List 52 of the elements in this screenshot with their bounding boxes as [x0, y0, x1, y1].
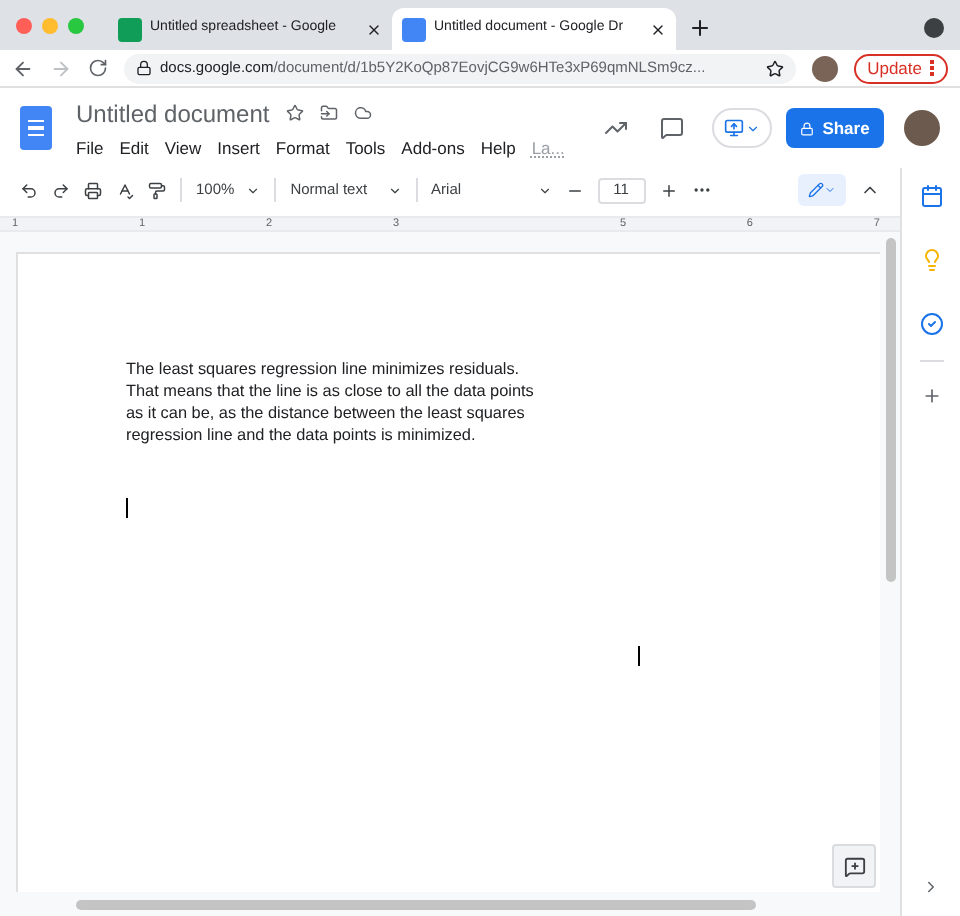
- expand-icon[interactable]: [922, 878, 940, 896]
- print-icon[interactable]: [84, 181, 102, 199]
- star-icon[interactable]: [285, 104, 304, 123]
- vertical-scrollbar[interactable]: [885, 238, 895, 582]
- caret-icon: [246, 183, 261, 197]
- update-button[interactable]: Update: [853, 53, 948, 83]
- calendar-icon[interactable]: [919, 184, 943, 208]
- close-icon[interactable]: [650, 21, 666, 37]
- redo-icon[interactable]: [52, 181, 70, 199]
- present-button[interactable]: [712, 108, 772, 148]
- add-comment-button[interactable]: [832, 844, 876, 888]
- menu-item[interactable]: View: [164, 135, 202, 161]
- menu-item[interactable]: Insert: [217, 135, 260, 161]
- caret-icon: [824, 184, 836, 196]
- increase-size-icon[interactable]: [659, 181, 678, 199]
- paragraph-text: The least squares regression line minimizes residuals. That means that the line is as close to all the data points as it can be, as the distance between the least squares regression line and the data points is minimized.: [126, 358, 536, 446]
- spellcheck-icon[interactable]: [116, 181, 134, 199]
- text-cursor: [126, 498, 128, 518]
- add-comment-icon: [843, 855, 865, 877]
- caret-icon: [387, 183, 402, 197]
- caret-icon: [537, 183, 552, 197]
- cloud-icon[interactable]: [353, 104, 372, 123]
- close-icon[interactable]: [366, 21, 382, 37]
- menu-item[interactable]: Add-ons: [401, 135, 465, 161]
- lock-icon: [136, 60, 152, 76]
- editing-mode-button[interactable]: [798, 174, 846, 206]
- document-title[interactable]: Untitled document: [76, 95, 270, 132]
- undo-icon[interactable]: [20, 181, 38, 199]
- caret-icon: [746, 121, 760, 135]
- menu-item[interactable]: Tools: [345, 135, 386, 161]
- move-folder-icon[interactable]: [319, 104, 338, 123]
- comment-icon[interactable]: [660, 116, 684, 140]
- present-icon: [724, 118, 744, 138]
- avatar[interactable]: [904, 110, 940, 146]
- tasks-icon[interactable]: [919, 312, 943, 336]
- bookmark-star-icon[interactable]: [765, 59, 784, 77]
- lock-icon: [800, 121, 815, 135]
- activity-icon[interactable]: [604, 116, 628, 140]
- reload-icon[interactable]: [88, 58, 108, 78]
- pencil-icon: [808, 182, 824, 198]
- paint-format-icon[interactable]: [148, 181, 166, 199]
- menu-item[interactable]: File: [76, 135, 104, 161]
- add-icon[interactable]: [921, 386, 941, 406]
- horizontal-scrollbar[interactable]: [76, 899, 756, 909]
- share-button[interactable]: Share: [786, 108, 884, 148]
- menu-item[interactable]: Edit: [119, 135, 149, 161]
- new-tab-icon[interactable]: [688, 16, 712, 40]
- menu-item[interactable]: Format: [275, 135, 330, 161]
- avatar[interactable]: [811, 55, 838, 81]
- menu-item[interactable]: Help: [480, 135, 516, 161]
- back-icon[interactable]: [12, 57, 34, 79]
- docs-logo-icon[interactable]: [20, 106, 52, 150]
